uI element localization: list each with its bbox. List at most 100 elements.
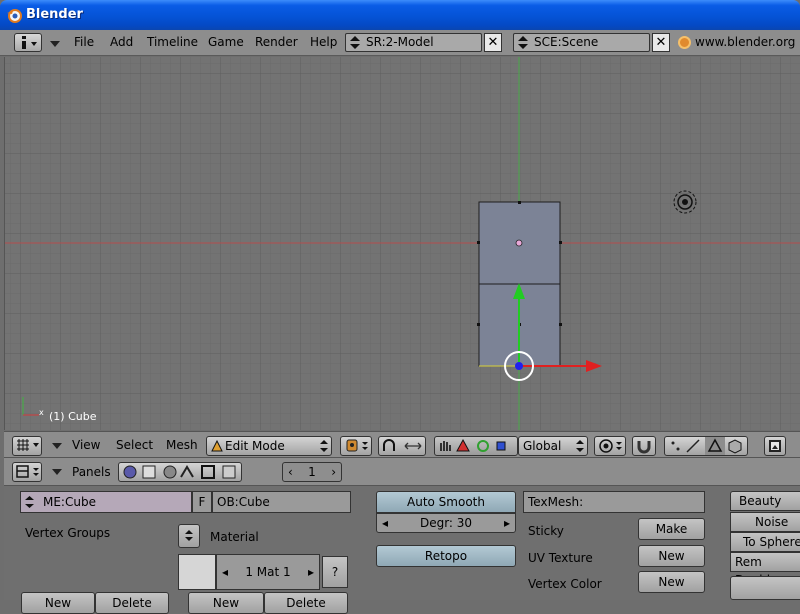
auto-smooth-toggle[interactable]: Auto Smooth [376, 491, 516, 513]
up-down-arrows-icon [25, 496, 34, 508]
material-slot-field[interactable]: ◂ 1 Mat 1 ▸ [216, 554, 320, 590]
material-preview-swatch [178, 554, 216, 590]
sticky-make-button[interactable]: Make [638, 518, 705, 540]
edit-mode-icon [211, 440, 223, 452]
retopo-toggle[interactable]: Retopo [376, 545, 516, 567]
proportional-edit-button[interactable] [594, 436, 626, 456]
make-label: Make [655, 522, 688, 536]
buttons-editor-type[interactable] [12, 462, 42, 482]
orientation-selector[interactable]: Global [518, 436, 588, 456]
mode-selector[interactable]: Edit Mode [206, 436, 332, 456]
vertex-color-new-button[interactable]: New [638, 571, 705, 593]
collapse-panels-icon[interactable] [52, 469, 62, 475]
sticky-label: Sticky [528, 524, 564, 538]
menu-view[interactable]: View [72, 438, 100, 452]
delete-label: Delete [112, 596, 152, 610]
buttons-header: Panels ‹ 1 › [4, 458, 800, 486]
material-new-button[interactable]: New [188, 592, 264, 614]
help-label: ? [331, 565, 339, 579]
info-header: File Add Timeline Game Render Help SR:2-… [0, 30, 800, 56]
next-material-icon[interactable]: ▸ [308, 555, 314, 589]
menu-timeline[interactable]: Timeline [147, 35, 198, 49]
menu-select[interactable]: Select [116, 438, 153, 452]
up-down-arrows-icon [185, 530, 193, 541]
vertex-groups-label: Vertex Groups [25, 526, 111, 540]
magnet-icon [637, 441, 651, 454]
material-help-button[interactable]: ? [322, 556, 348, 588]
texmesh-field[interactable]: TexMesh: [523, 491, 705, 513]
menu-add[interactable]: Add [110, 35, 133, 49]
up-down-arrows-icon [576, 440, 584, 452]
screen-name: SR:2-Model [366, 35, 434, 49]
buttons-window: Panels ‹ 1 › ME:Cube F OB:Cube Vertex Gr… [4, 458, 800, 614]
transform-widget-buttons[interactable] [434, 436, 518, 456]
hidden-tool-button[interactable] [730, 576, 800, 600]
context-icons [123, 465, 236, 479]
texmesh-label: TexMesh: [528, 495, 584, 509]
vertex-group-new-button[interactable]: New [21, 592, 95, 614]
close-scene-button[interactable]: ✕ [652, 33, 670, 52]
decrement-arrow-icon[interactable]: ◂ [382, 514, 388, 532]
prev-material-icon[interactable]: ◂ [222, 555, 228, 589]
to-sphere-button[interactable]: To Sphere [730, 532, 800, 552]
viewport-canvas[interactable]: x [5, 57, 800, 430]
info-icon [22, 36, 37, 49]
menu-game[interactable]: Game [208, 35, 244, 49]
frame-number: 1 [308, 465, 316, 479]
uv-texture-label: UV Texture [528, 551, 593, 565]
widget-modes-icon [440, 438, 506, 452]
snap-button[interactable] [632, 436, 656, 456]
decrement-arrow-icon[interactable]: ‹ [288, 463, 293, 481]
up-down-arrows-icon [518, 36, 528, 49]
auto-smooth-degree-field[interactable]: ◂ Degr: 30 ▸ [376, 513, 516, 533]
beauty-toggle[interactable]: Beauty [730, 491, 800, 511]
object-name-field[interactable]: OB:Cube [212, 491, 351, 513]
collapse-menu-icon[interactable] [50, 41, 60, 47]
uv-texture-new-button[interactable]: New [638, 545, 705, 567]
fake-user-toggle[interactable]: F [192, 491, 212, 513]
editor-type-button[interactable] [12, 436, 42, 456]
material-delete-button[interactable]: Delete [264, 592, 348, 614]
select-mode-buttons[interactable] [664, 436, 748, 456]
retopo-label: Retopo [424, 549, 468, 563]
blender-url[interactable]: www.blender.org 2 [695, 35, 800, 49]
menu-help[interactable]: Help [310, 35, 337, 49]
new-label: New [212, 596, 240, 610]
material-label: Material [210, 530, 259, 544]
render-view-button[interactable] [764, 436, 786, 456]
object-name: OB:Cube [217, 495, 270, 509]
title-bar: Blender [0, 0, 800, 30]
grid-icon [17, 439, 39, 451]
svg-text:x: x [39, 408, 44, 417]
pivot-point-button[interactable] [340, 436, 372, 456]
delete-label: Delete [286, 596, 326, 610]
close-screen-button[interactable]: ✕ [484, 33, 502, 52]
collapse-header-icon[interactable] [52, 443, 62, 449]
increment-arrow-icon[interactable]: ▸ [504, 514, 510, 532]
frame-number-field[interactable]: ‹ 1 › [282, 462, 342, 482]
mesh-name-field[interactable]: ME:Cube [20, 491, 192, 513]
select-modes-icon [671, 437, 742, 455]
blender-logo-icon [7, 9, 22, 23]
menu-mesh[interactable]: Mesh [166, 438, 198, 452]
window-type-button[interactable] [14, 33, 42, 52]
scene-selector[interactable]: SCE:Scene [513, 33, 650, 52]
new-label: New [658, 575, 685, 589]
3d-view-header: View Select Mesh Edit Mode Global [4, 431, 800, 458]
menu-render[interactable]: Render [255, 35, 298, 49]
context-buttons[interactable] [118, 462, 242, 482]
rem-doubles-button[interactable]: Rem Doubles [730, 552, 800, 587]
auto-smooth-label: Auto Smooth [407, 495, 485, 509]
to-sphere-label: To Sphere [743, 535, 800, 549]
noise-button[interactable]: Noise [730, 512, 800, 532]
vertex-group-delete-button[interactable]: Delete [95, 592, 169, 614]
3d-viewport[interactable]: x (1) Cube [4, 57, 800, 430]
degree-value: Degr: 30 [419, 516, 473, 530]
increment-arrow-icon[interactable]: › [331, 463, 336, 481]
material-menu-button[interactable] [178, 524, 200, 548]
blender-org-icon [678, 36, 691, 49]
menu-file[interactable]: File [74, 35, 94, 49]
manipulator-toggles[interactable] [378, 436, 426, 456]
screen-selector[interactable]: SR:2-Model [345, 33, 482, 52]
window-title: Blender [26, 7, 83, 22]
